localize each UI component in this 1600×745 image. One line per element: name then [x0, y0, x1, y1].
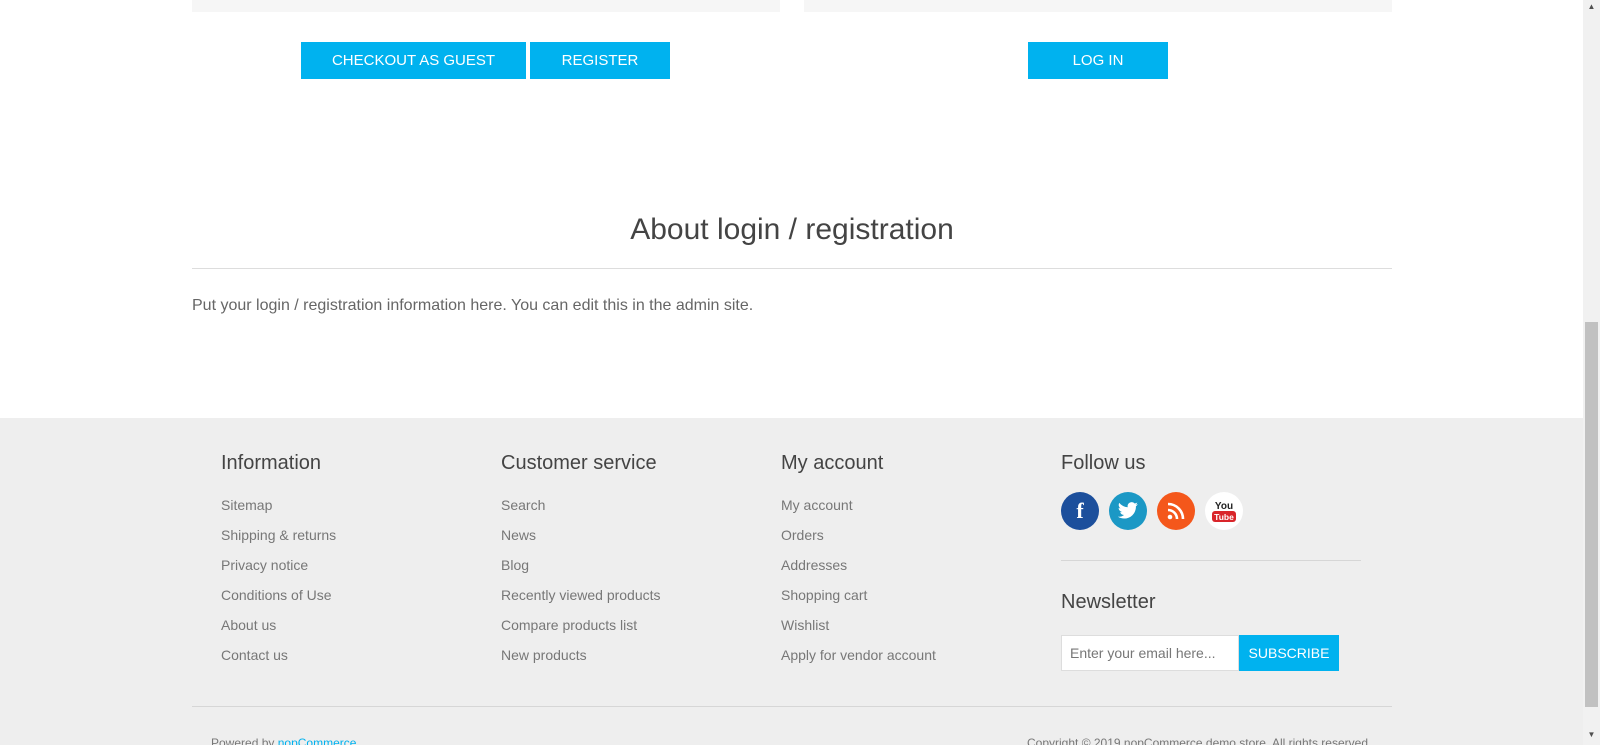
footer: Information Sitemap Shipping & returns P…	[0, 418, 1583, 745]
footer-link-blog[interactable]: Blog	[501, 556, 661, 586]
social-links: f You Tube	[1061, 492, 1361, 530]
copyright: Copyright © 2019 nopCommerce demo store.…	[1027, 736, 1372, 745]
footer-information-column: Information Sitemap Shipping & returns P…	[221, 452, 336, 676]
footer-link-search[interactable]: Search	[501, 496, 661, 526]
footer-link-my-account[interactable]: My account	[781, 496, 936, 526]
page: Checkout as Guest Register Log in About …	[0, 0, 1583, 745]
footer-link-new-products[interactable]: New products	[501, 646, 661, 676]
footer-customer-service-column: Customer service Search News Blog Recent…	[501, 452, 661, 676]
footer-link-shopping-cart[interactable]: Shopping cart	[781, 586, 936, 616]
footer-link-contact-us[interactable]: Contact us	[221, 646, 336, 676]
footer-link-privacy-notice[interactable]: Privacy notice	[221, 556, 336, 586]
checkout-as-guest-button[interactable]: Checkout as Guest	[301, 42, 526, 79]
footer-link-shipping-returns[interactable]: Shipping & returns	[221, 526, 336, 556]
register-button[interactable]: Register	[530, 42, 670, 79]
footer-link-recently-viewed[interactable]: Recently viewed products	[501, 586, 661, 616]
rss-icon[interactable]	[1157, 492, 1195, 530]
youtube-icon[interactable]: You Tube	[1205, 492, 1243, 530]
newsletter-form: Subscribe	[1061, 635, 1361, 671]
subscribe-button[interactable]: Subscribe	[1239, 635, 1339, 671]
footer-my-account-column: My account My account Orders Addresses S…	[781, 452, 936, 676]
twitter-icon[interactable]	[1109, 492, 1147, 530]
scroll-up-arrow-icon[interactable]: ▲	[1583, 0, 1600, 14]
newsletter-email-input[interactable]	[1061, 635, 1239, 671]
footer-information-title: Information	[221, 452, 322, 474]
new-customer-panel	[192, 0, 780, 12]
scrollbar-thumb[interactable]	[1585, 322, 1598, 707]
footer-link-news[interactable]: News	[501, 526, 661, 556]
topic-body: Put your login / registration informatio…	[192, 297, 754, 314]
returning-customer-panel	[804, 0, 1392, 12]
footer-link-addresses[interactable]: Addresses	[781, 556, 936, 586]
youtube-icon-text-bottom: Tube	[1214, 512, 1234, 522]
facebook-icon[interactable]: f	[1061, 492, 1099, 530]
footer-link-orders[interactable]: Orders	[781, 526, 936, 556]
powered-by: Powered by nopCommerce	[211, 736, 356, 745]
nopcommerce-link[interactable]: nopCommerce	[278, 736, 357, 745]
footer-link-sitemap[interactable]: Sitemap	[221, 496, 336, 526]
footer-link-conditions-of-use[interactable]: Conditions of Use	[221, 586, 336, 616]
footer-link-compare-products[interactable]: Compare products list	[501, 616, 661, 646]
footer-link-apply-vendor[interactable]: Apply for vendor account	[781, 646, 936, 676]
footer-link-about-us[interactable]: About us	[221, 616, 336, 646]
footer-follow-title: Follow us	[1061, 452, 1146, 474]
footer-link-wishlist[interactable]: Wishlist	[781, 616, 936, 646]
footer-follow-column: Follow us f You Tube Newsletter Enter yo…	[1061, 452, 1361, 671]
follow-divider	[1061, 560, 1361, 561]
footer-my-account-title: My account	[781, 452, 884, 474]
youtube-icon-text-top: You	[1215, 501, 1233, 512]
scroll-down-arrow-icon[interactable]: ▼	[1583, 728, 1600, 742]
topic-divider	[192, 268, 1392, 269]
topic-title: About login / registration	[630, 213, 954, 246]
footer-divider	[192, 706, 1392, 707]
footer-customer-service-title: Customer service	[501, 452, 657, 474]
powered-by-label: Powered by	[211, 736, 275, 745]
log-in-button[interactable]: Log in	[1028, 42, 1168, 79]
vertical-scrollbar[interactable]: ▲ ▼	[1583, 0, 1600, 745]
newsletter-title: Newsletter	[1061, 591, 1156, 613]
